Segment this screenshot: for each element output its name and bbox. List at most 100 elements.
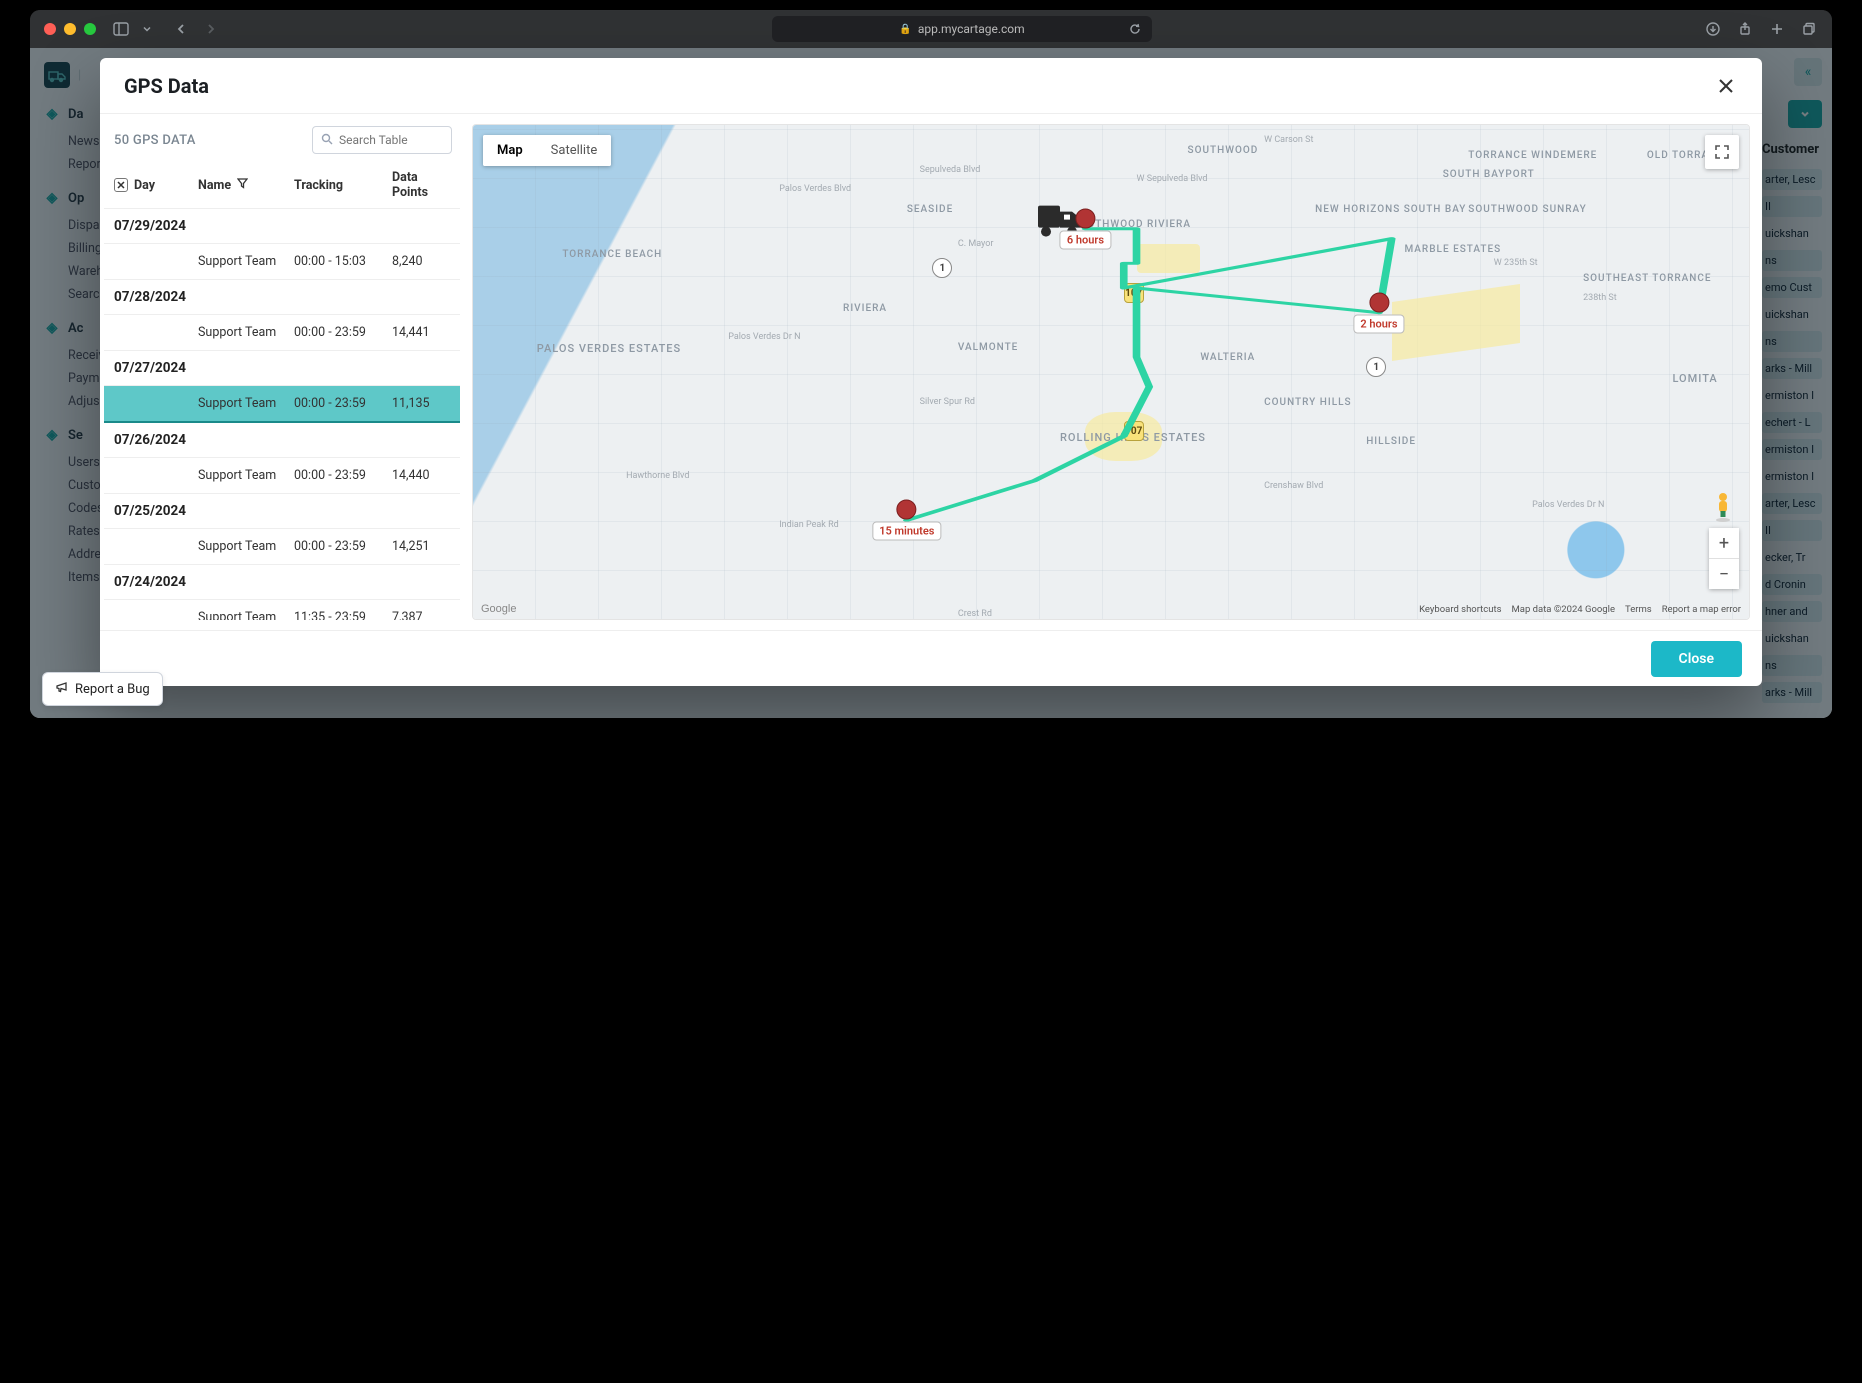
map-area-label: TORRANCE WINDEMERE (1468, 150, 1597, 161)
map-attribution: Keyboard shortcuts Map data ©2024 Google… (1419, 604, 1741, 615)
gps-data-row[interactable]: Support Team00:00 - 23:5911,135 (104, 386, 460, 423)
map-type-switch: Map Satellite (483, 135, 611, 166)
map-road-label: Silver Spur Rd (920, 397, 975, 407)
search-field[interactable] (339, 133, 443, 147)
row-tracking: 00:00 - 23:59 (294, 468, 392, 483)
terms-link[interactable]: Terms (1625, 604, 1652, 615)
minimize-window-icon[interactable] (64, 23, 76, 35)
window-controls (44, 23, 96, 35)
keyboard-shortcuts-link[interactable]: Keyboard shortcuts (1419, 604, 1501, 615)
row-name: Support Team (198, 396, 294, 411)
share-icon[interactable] (1736, 20, 1754, 38)
map-road-label: Sepulveda Blvd (920, 165, 981, 175)
row-points: 14,440 (392, 468, 450, 483)
map-road-label: W 235th St (1494, 258, 1538, 268)
route-shield: 107 (1124, 421, 1144, 441)
modal-close-icon[interactable] (1714, 74, 1738, 98)
new-tab-icon[interactable] (1768, 20, 1786, 38)
close-button[interactable]: Close (1651, 641, 1742, 677)
table-header: ✕ Day Name Tracking Data Points (104, 162, 460, 209)
map-area-label: SOUTHEAST TORRANCE (1583, 273, 1711, 284)
route-shield: 107 (1124, 283, 1144, 303)
map-stop-marker[interactable]: 15 minutes (872, 500, 941, 541)
report-map-error-link[interactable]: Report a map error (1662, 604, 1741, 615)
report-bug-button[interactable]: Report a Bug (42, 672, 163, 706)
address-bar[interactable]: 🔒 app.mycartage.com (772, 16, 1152, 42)
download-icon[interactable] (1704, 20, 1722, 38)
map-canvas[interactable] (473, 125, 1749, 619)
map-stop-marker[interactable]: 2 hours (1353, 292, 1404, 333)
row-tracking: 00:00 - 15:03 (294, 254, 392, 269)
col-day[interactable]: Day (134, 178, 155, 193)
browser-window: 🔒 app.mycartage.com | (30, 10, 1832, 718)
date-group-row: 07/24/2024 (104, 565, 460, 600)
maximize-window-icon[interactable] (84, 23, 96, 35)
nav-forward-icon[interactable] (202, 20, 220, 38)
refresh-icon[interactable] (1126, 20, 1144, 38)
map-area-label: SOUTHWOOD SUNRAY (1468, 204, 1586, 215)
map-stop-marker[interactable]: 6 hours (1060, 208, 1111, 249)
search-input[interactable] (312, 126, 452, 154)
row-tracking: 11:35 - 23:59 (294, 610, 392, 620)
map-area-label: RIVIERA (843, 303, 887, 314)
zoom-in-button[interactable]: + (1709, 528, 1739, 558)
map-road-label: W Carson St (1264, 135, 1313, 145)
map-area-label: Lomita (1672, 372, 1717, 385)
tabs-icon[interactable] (1800, 20, 1818, 38)
map-area-label: MARBLE ESTATES (1404, 244, 1501, 255)
row-tracking: 00:00 - 23:59 (294, 396, 392, 411)
gps-data-row[interactable]: Support Team00:00 - 23:5914,251 (104, 529, 460, 565)
zoom-out-button[interactable]: − (1709, 559, 1739, 589)
close-window-icon[interactable] (44, 23, 56, 35)
row-points: 14,251 (392, 539, 450, 554)
col-name[interactable]: Name (198, 178, 231, 193)
gps-data-row[interactable]: Support Team00:00 - 15:038,240 (104, 244, 460, 280)
clear-day-filter-icon[interactable]: ✕ (114, 178, 128, 192)
filter-icon[interactable] (237, 178, 248, 192)
date-group-row: 07/27/2024 (104, 351, 460, 386)
row-name: Support Team (198, 254, 294, 269)
map-area-label: SOUTH BAYPORT (1443, 169, 1535, 180)
map-area-label: SOUTHWOOD (1188, 145, 1259, 156)
row-tracking: 00:00 - 23:59 (294, 539, 392, 554)
map-park-shape (1137, 244, 1201, 274)
map-type-satellite[interactable]: Satellite (537, 135, 612, 166)
map-road-label: Indian Peak Rd (779, 520, 838, 530)
row-points: 14,441 (392, 325, 450, 340)
google-logo: Google (481, 603, 516, 615)
row-tracking: 00:00 - 23:59 (294, 325, 392, 340)
map-road-label: Palos Verdes Dr N (1532, 500, 1604, 510)
date-group-row: 07/29/2024 (104, 209, 460, 244)
sidebar-toggle-icon[interactable] (112, 20, 130, 38)
map-area-label: VALMONTE (958, 342, 1018, 353)
search-icon (321, 133, 333, 148)
megaphone-icon (55, 680, 69, 698)
chevron-down-icon[interactable] (138, 20, 156, 38)
date-group-row: 07/26/2024 (104, 423, 460, 458)
row-points: 11,135 (392, 396, 450, 411)
marker-duration-label: 15 minutes (872, 522, 941, 541)
map-road-label: C. Mayor (958, 239, 994, 249)
row-name: Support Team (198, 539, 294, 554)
gps-data-row[interactable]: Support Team00:00 - 23:5914,441 (104, 315, 460, 351)
map-area-label: HILLSIDE (1366, 436, 1416, 447)
row-points: 7,387 (392, 610, 450, 620)
map-road-label: Palos Verdes Dr N (728, 332, 800, 342)
row-name: Support Team (198, 468, 294, 483)
map-area-label: NEW HORIZONS SOUTH BAY (1315, 204, 1466, 215)
table-body[interactable]: 07/29/2024Support Team00:00 - 15:038,240… (104, 209, 460, 620)
col-data-points[interactable]: Data Points (392, 170, 428, 200)
fullscreen-icon[interactable] (1705, 135, 1739, 169)
nav-back-icon[interactable] (172, 20, 190, 38)
gps-data-row[interactable]: Support Team00:00 - 23:5914,440 (104, 458, 460, 494)
col-tracking[interactable]: Tracking (294, 178, 343, 193)
row-points: 8,240 (392, 254, 450, 269)
map-road-label: W Sepulveda Blvd (1137, 174, 1208, 184)
pegman-icon[interactable] (1709, 491, 1737, 523)
marker-duration-label: 6 hours (1060, 230, 1111, 249)
map-panel[interactable]: SOUTHWOODTORRANCE WINDEMEREOLD TORRASOUT… (472, 124, 1750, 620)
map-road-label: Palos Verdes Blvd (779, 184, 851, 194)
gps-data-row[interactable]: Support Team11:35 - 23:597,387 (104, 600, 460, 620)
map-road-label: 238th St (1583, 293, 1617, 303)
map-type-map[interactable]: Map (483, 135, 537, 166)
